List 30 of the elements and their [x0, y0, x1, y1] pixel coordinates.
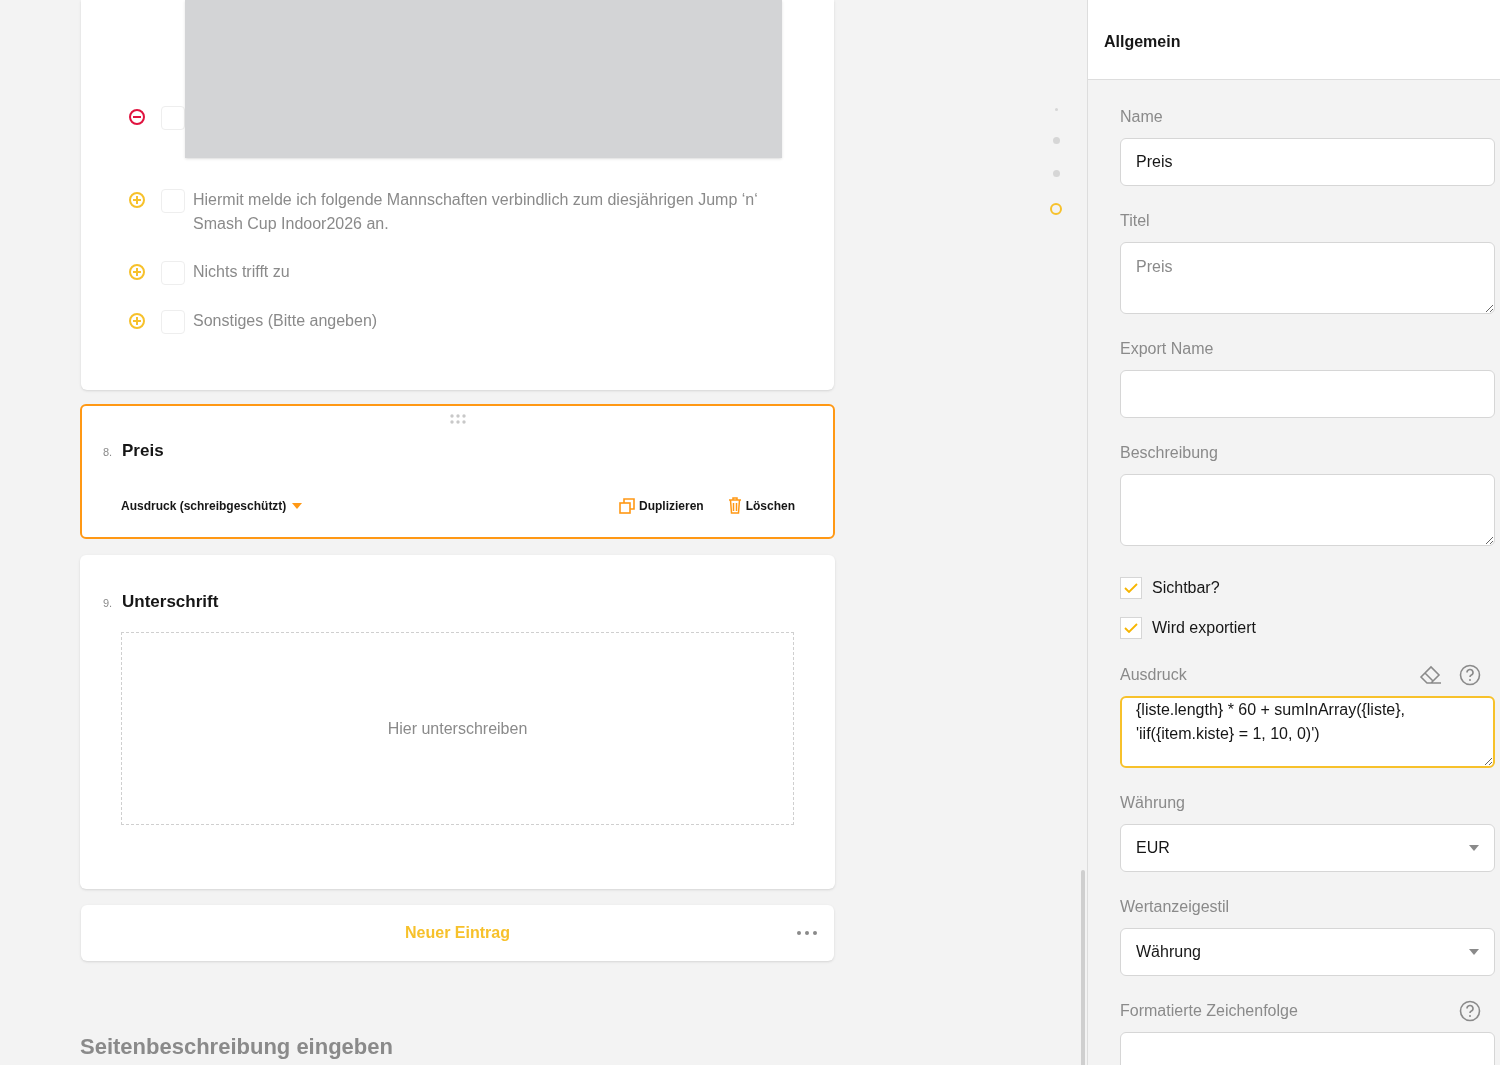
field-label: Beschreibung [1120, 443, 1218, 463]
type-dropdown[interactable]: Ausdruck (schreibgeschützt) [121, 496, 303, 515]
field-label: Titel [1120, 211, 1150, 231]
checkbox-label: Sichtbar? [1152, 578, 1220, 598]
question-number: 9. [103, 595, 114, 611]
text-area[interactable]: Preis [1120, 242, 1495, 314]
choice-label: Hiermit melde ich folgende Mannschaften verbindlich zum diesjährigen Jump ‘n‘ Smash Cup Indoor2026 an. [193, 190, 759, 234]
signature-pad[interactable]: Hier unterschreiben [121, 632, 794, 825]
field-label: Währung [1120, 793, 1185, 813]
expression-field[interactable]: {liste.length} * 60 + sumInArray({liste}, 'iif({item.kiste} = 1, 10, 0)') [1120, 696, 1495, 768]
field-label: Wertanzeigestil [1120, 897, 1230, 917]
question-title: Unterschrift [122, 590, 219, 613]
question-card[interactable]: 8. Preis Ausdruck (schreibgeschützt) Duplizieren Löschen [80, 404, 835, 539]
checkbox-label: Wird exportiert [1152, 618, 1257, 638]
question-number: 8. [103, 445, 114, 460]
field-label: Ausdruck [1120, 665, 1187, 685]
duplicate-button[interactable]: Duplizieren [618, 496, 704, 515]
select-field[interactable]: Währung [1120, 928, 1495, 976]
question-title: Preis [122, 440, 164, 462]
choice-label: Sonstiges (Bitte angeben) [193, 311, 379, 331]
text-field[interactable]: Preis [1120, 138, 1495, 186]
panel-title[interactable]: Allgemein [1104, 29, 1181, 54]
delete-button[interactable]: Löschen [727, 496, 795, 515]
field-label: Name [1120, 107, 1163, 127]
choice-label: Nichts trifft zu [193, 262, 291, 282]
select-field[interactable]: EUR [1120, 824, 1495, 872]
field-label: Export Name [1120, 339, 1214, 359]
signature-placeholder: Hier unterschreiben [387, 718, 528, 739]
question-card[interactable]: 9. Unterschrift Hier unterschreiben [80, 554, 835, 889]
field-label: Formatierte Zeichenfolge [1120, 1001, 1298, 1021]
